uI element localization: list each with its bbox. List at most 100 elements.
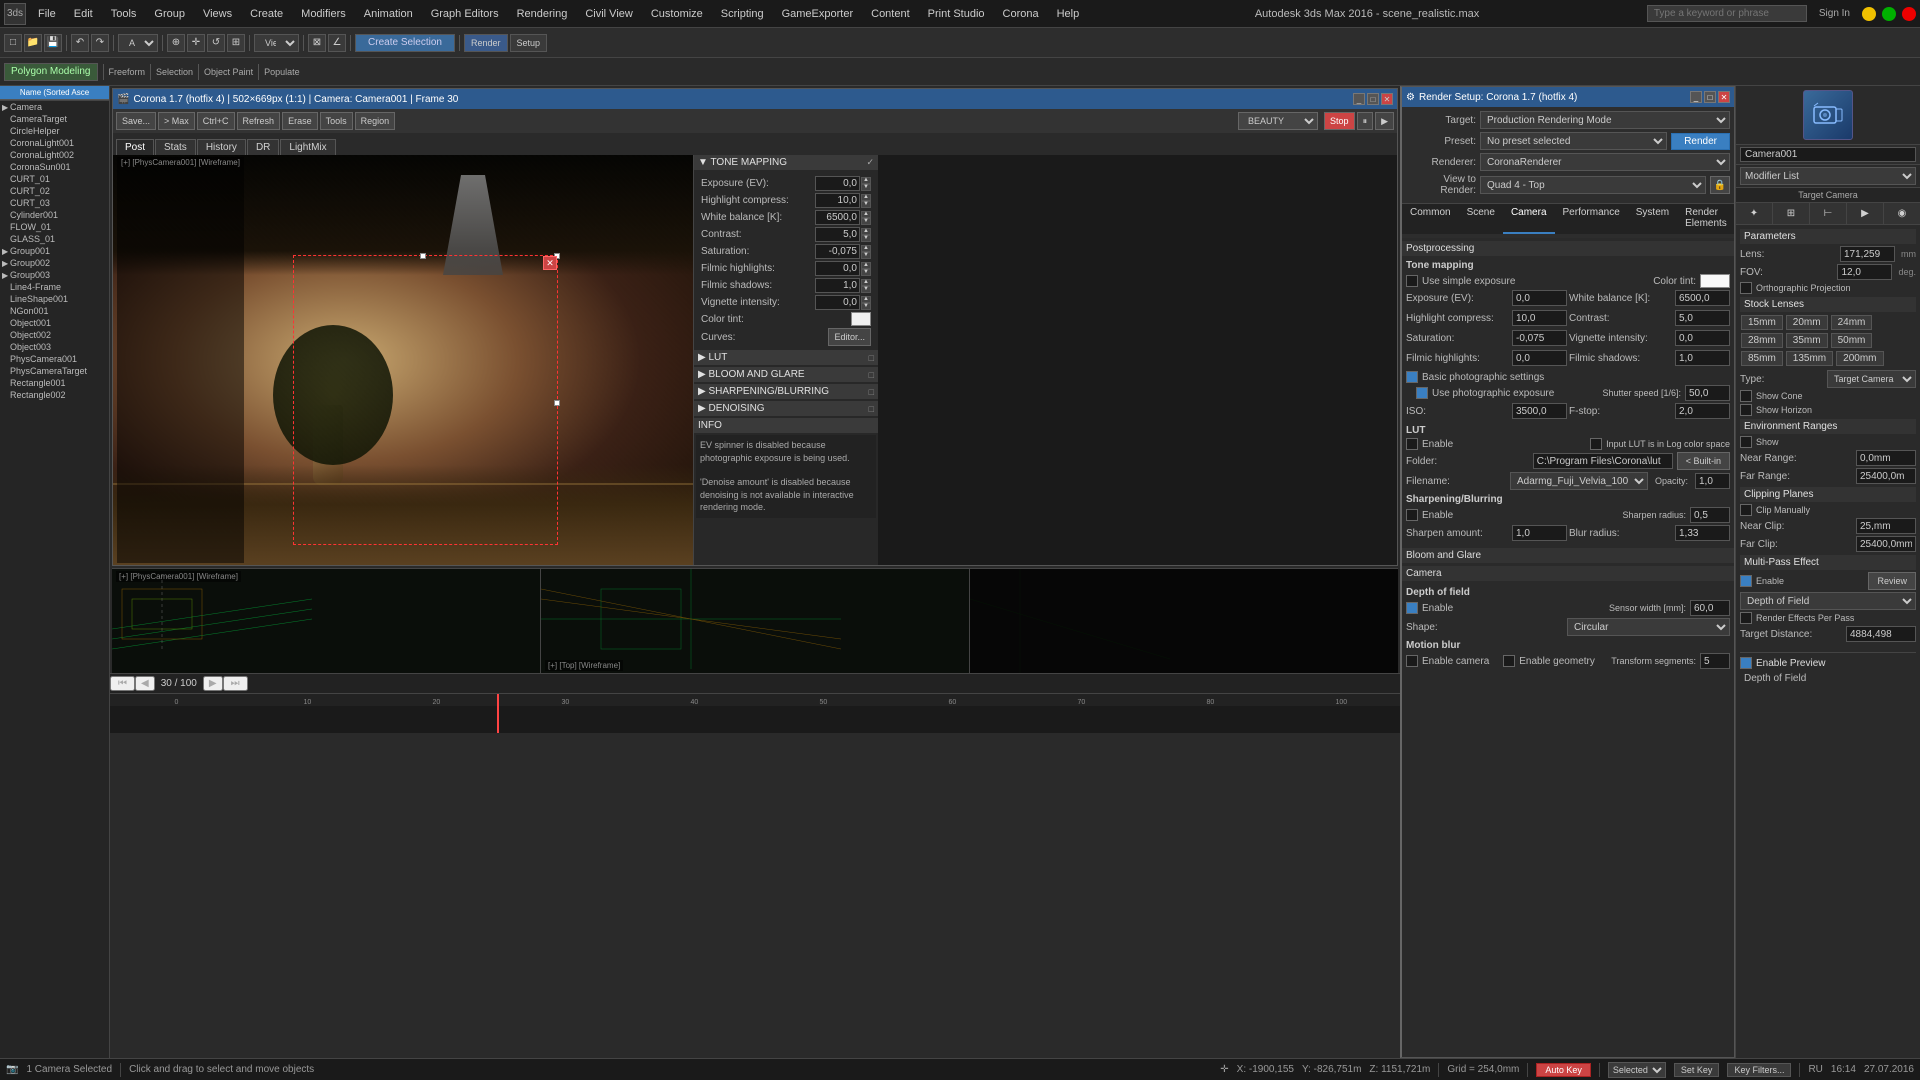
sharpening-header[interactable]: ▶ SHARPENING/BLURRING □ [694,384,878,399]
white-balance-input[interactable] [815,210,860,225]
render-save-btn[interactable]: Save... [116,112,156,130]
lut-folder-input[interactable] [1533,453,1673,469]
tree-item-line4[interactable]: Line4-Frame [0,281,109,293]
filter-select[interactable]: All [118,34,158,52]
vi-up-btn[interactable]: ▲ [861,296,871,303]
shape-select[interactable]: Circular [1567,618,1730,636]
render-tab-dr[interactable]: DR [247,139,279,155]
lut-builtin-btn[interactable]: < Built-in [1677,452,1730,470]
photographic-checkbox[interactable] [1406,371,1418,383]
lut-opacity-input[interactable] [1695,473,1730,489]
tree-item-circle[interactable]: CircleHelper [0,125,109,137]
viewport-bottom-3[interactable] [970,569,1398,673]
show-cone-checkbox[interactable] [1740,390,1752,402]
tone-mapping-header[interactable]: ▼ TONE MAPPING ✓ [694,155,878,170]
tree-item-glass[interactable]: GLASS_01 [0,233,109,245]
render-tab-history[interactable]: History [197,139,246,155]
new-scene-btn[interactable]: □ [4,34,22,52]
modifier-list-select[interactable]: Modifier List [1740,167,1916,185]
render-effects-checkbox[interactable] [1740,612,1752,624]
move-btn[interactable]: ✛ [187,34,205,52]
color-tint-swatch[interactable] [851,312,871,326]
lens-20mm[interactable]: 20mm [1786,315,1828,330]
lens-50mm[interactable]: 50mm [1831,333,1873,348]
denoising-header[interactable]: ▶ DENOISING □ [694,401,878,416]
signin-btn[interactable]: Sign In [1813,8,1856,19]
saturation-input[interactable] [815,244,860,259]
dof-enable-checkbox[interactable] [1406,602,1418,614]
setup-minimize-btn[interactable]: _ [1690,91,1702,103]
render-setup-btn[interactable]: Setup [510,34,548,52]
view-lock-btn[interactable]: 🔒 [1710,176,1730,194]
tree-item-physcam-target[interactable]: PhysCameraTarget [0,365,109,377]
tree-item-cylinder[interactable]: Cylinder001 [0,209,109,221]
render-channel-select[interactable]: BEAUTY [1238,112,1318,130]
bloom-section-header[interactable]: Bloom and Glare [1402,548,1734,563]
menu-civil-view[interactable]: Civil View [577,6,640,22]
cmd-tab-hierarchy[interactable]: ⊢ [1810,203,1847,224]
tree-item-obj3[interactable]: Object003 [0,341,109,353]
tab-scene[interactable]: Scene [1459,204,1503,234]
fstop-input[interactable] [1675,403,1730,419]
lut-enable-checkbox[interactable] [1406,438,1418,450]
lens-15mm[interactable]: 15mm [1741,315,1783,330]
view-select[interactable]: Quad 4 - Top [1480,176,1706,194]
near-range-input[interactable] [1856,450,1916,466]
enable-geometry-checkbox[interactable] [1503,655,1515,667]
search-input[interactable] [1647,5,1807,22]
set-key-btn[interactable]: Set Key [1674,1063,1720,1077]
fh-up-btn[interactable]: ▲ [861,262,871,269]
sharpen-radius-input[interactable] [1690,507,1730,523]
tree-item-curt2[interactable]: CURT_02 [0,185,109,197]
snap-btn[interactable]: ⊠ [308,34,326,52]
tree-item-curt3[interactable]: CURT_03 [0,197,109,209]
sharpen-amount-input[interactable] [1512,525,1567,541]
clip-manually-checkbox[interactable] [1740,504,1752,516]
tab-system[interactable]: System [1628,204,1677,234]
tl-next-frame-btn[interactable]: ⏭ [223,676,248,691]
render-resume-btn[interactable]: ▶ [1375,112,1394,130]
lens-28mm[interactable]: 28mm [1741,333,1783,348]
selection-close-btn[interactable]: ✕ [543,256,557,270]
lens-input[interactable] [1840,246,1895,262]
cmd-tab-create[interactable]: ✦ [1736,203,1773,224]
sensor-width-input[interactable] [1690,600,1730,616]
menu-create[interactable]: Create [242,6,291,22]
tree-item-group1[interactable]: ▶Group001 [0,245,109,257]
contrast-down-btn[interactable]: ▼ [861,235,871,242]
contrast-input[interactable] [815,227,860,242]
close-button[interactable] [1902,7,1916,21]
viewport-bottom-camera[interactable]: [+] [PhysCamera001] [Wireframe] [112,569,541,673]
render-tab-stats[interactable]: Stats [155,139,196,155]
lens-24mm[interactable]: 24mm [1831,315,1873,330]
lut-log-checkbox[interactable] [1590,438,1602,450]
use-photographic-checkbox[interactable] [1416,387,1428,399]
render-arrow-btn[interactable]: > Max [158,112,195,130]
menu-scripting[interactable]: Scripting [713,6,772,22]
tl-prev-btn[interactable]: ◀ [135,676,155,691]
menu-views[interactable]: Views [195,6,240,22]
fh-down-btn[interactable]: ▼ [861,269,871,276]
tl-next-btn[interactable]: ▶ [203,676,223,691]
show-horizon-checkbox[interactable] [1740,404,1752,416]
tree-item-obj2[interactable]: Object002 [0,329,109,341]
cmd-tab-motion[interactable]: ▶ [1847,203,1884,224]
render-main-btn[interactable]: Render [1671,133,1730,150]
transform-segs-input[interactable] [1700,653,1730,669]
filmic-s-setup-input[interactable] [1675,350,1730,366]
menu-graph-editors[interactable]: Graph Editors [423,6,507,22]
menu-rendering[interactable]: Rendering [509,6,576,22]
selection-handle-mr[interactable] [554,400,560,406]
camera-name-input[interactable] [1740,147,1916,162]
exposure-input[interactable] [815,176,860,191]
selected-select[interactable]: Selected [1608,1062,1666,1078]
menu-animation[interactable]: Animation [356,6,421,22]
white-balance-setup-input[interactable] [1675,290,1730,306]
far-range-input[interactable] [1856,468,1916,484]
undo-btn[interactable]: ↶ [71,34,89,52]
contrast-up-btn[interactable]: ▲ [861,228,871,235]
target-distance-input[interactable] [1846,626,1916,642]
highlight-up-btn[interactable]: ▲ [861,194,871,201]
cmd-tab-display[interactable]: ◉ [1884,203,1920,224]
camera-section-header[interactable]: Camera [1402,566,1734,581]
